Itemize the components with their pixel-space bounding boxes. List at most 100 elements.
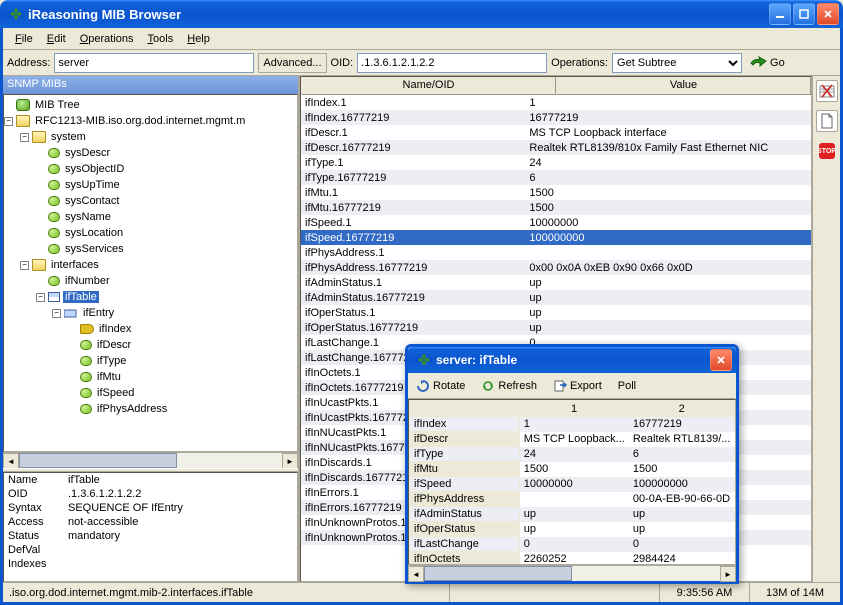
result-row[interactable]: ifOperStatus.16777219up (301, 320, 811, 335)
tree-ifTable[interactable]: − ifTable (4, 289, 297, 305)
oid-input[interactable] (357, 53, 547, 73)
export-button[interactable]: Export (551, 379, 604, 393)
tree-interfaces[interactable]: − interfaces (4, 257, 297, 273)
tree-label[interactable]: sysContact (63, 195, 121, 207)
popup-row[interactable]: ifAdminStatusupup (410, 507, 735, 522)
popup-close-button[interactable] (710, 349, 732, 371)
clear-table-icon[interactable] (816, 80, 838, 102)
result-row[interactable]: ifPhysAddress.167772190x00 0x0A 0xEB 0x9… (301, 260, 811, 275)
col-name-oid[interactable]: Name/OID (301, 77, 556, 95)
tree-root[interactable]: MIB Tree (4, 97, 297, 113)
titlebar[interactable]: ✤ iReasoning MIB Browser (0, 0, 843, 28)
tree-label[interactable]: ifTable (63, 291, 99, 303)
tree-toggle[interactable]: − (52, 309, 61, 318)
result-row[interactable]: ifType.167772196 (301, 170, 811, 185)
operations-select[interactable]: Get Subtree (612, 53, 742, 73)
tree-ifEntry[interactable]: − ifEntry (4, 305, 297, 321)
tree-label[interactable]: sysDescr (63, 147, 112, 159)
tree-hscrollbar[interactable]: ◄ ► (3, 452, 298, 468)
popup-row[interactable]: ifType246 (410, 447, 735, 462)
result-row[interactable]: ifIndex.11 (301, 95, 811, 110)
result-row[interactable]: ifType.124 (301, 155, 811, 170)
menu-edit[interactable]: Edit (41, 31, 72, 47)
advanced-button[interactable]: Advanced... (258, 53, 326, 73)
result-row[interactable]: ifIndex.1677721916777219 (301, 110, 811, 125)
result-row[interactable]: ifAdminStatus.16777219up (301, 290, 811, 305)
tree-ifNumber[interactable]: ifNumber (4, 273, 297, 289)
tree-label[interactable]: system (49, 131, 88, 143)
popup-hscrollbar[interactable]: ◄ ► (408, 565, 736, 581)
tree-ifType[interactable]: ifType (4, 353, 297, 369)
tree-label[interactable]: interfaces (49, 259, 101, 271)
tree-sysContact[interactable]: sysContact (4, 193, 297, 209)
scroll-left-button[interactable]: ◄ (3, 453, 19, 469)
popup-scroll-left[interactable]: ◄ (408, 566, 424, 582)
result-row[interactable]: ifAdminStatus.1up (301, 275, 811, 290)
popup-row[interactable]: ifOperStatusupup (410, 522, 735, 537)
tree-label[interactable]: sysLocation (63, 227, 125, 239)
tree-sysServices[interactable]: sysServices (4, 241, 297, 257)
menu-help[interactable]: Help (181, 31, 216, 47)
result-row[interactable]: ifDescr.1MS TCP Loopback interface (301, 125, 811, 140)
result-row[interactable]: ifOperStatus.1up (301, 305, 811, 320)
menu-operations[interactable]: Operations (74, 31, 140, 47)
result-row[interactable]: ifSpeed.16777219100000000 (301, 230, 811, 245)
result-row[interactable]: ifMtu.167772191500 (301, 200, 811, 215)
popup-col-header[interactable]: 1 (519, 401, 629, 417)
tree-sysDescr[interactable]: sysDescr (4, 145, 297, 161)
tree-sysObjectID[interactable]: sysObjectID (4, 161, 297, 177)
mib-tree[interactable]: MIB Tree − RFC1213-MIB.iso.org.dod.inter… (3, 94, 298, 452)
popup-table[interactable]: 12ifIndex116777219ifDescrMS TCP Loopback… (408, 399, 736, 565)
tree-label[interactable]: ifNumber (63, 275, 112, 287)
tree-label[interactable]: ifIndex (97, 323, 133, 335)
popup-col-header[interactable]: 2 (629, 401, 735, 417)
result-row[interactable]: ifMtu.11500 (301, 185, 811, 200)
popup-scroll-right[interactable]: ► (720, 566, 736, 582)
tree-label[interactable]: sysObjectID (63, 163, 126, 175)
result-row[interactable]: ifSpeed.110000000 (301, 215, 811, 230)
popup-row[interactable]: ifIndex116777219 (410, 417, 735, 432)
popup-row[interactable]: ifPhysAddress00-0A-EB-90-66-0D (410, 492, 735, 507)
popup-row[interactable]: ifInOctets22602522984424 (410, 552, 735, 566)
tree-label[interactable]: ifSpeed (95, 387, 136, 399)
tree-label[interactable]: ifType (95, 355, 128, 367)
poll-button[interactable]: Poll (616, 380, 638, 392)
scroll-right-button[interactable]: ► (282, 453, 298, 469)
tree-system[interactable]: − system (4, 129, 297, 145)
tree-label[interactable]: ifDescr (95, 339, 133, 351)
col-value[interactable]: Value (556, 77, 811, 95)
stop-icon[interactable]: STOP (816, 140, 838, 162)
tree-label[interactable]: ifEntry (81, 307, 116, 319)
tree-sysUpTime[interactable]: sysUpTime (4, 177, 297, 193)
tree-label[interactable]: ifMtu (95, 371, 123, 383)
tree-label[interactable]: MIB Tree (33, 99, 82, 111)
tree-label[interactable]: sysName (63, 211, 113, 223)
close-button[interactable] (817, 3, 839, 25)
result-row[interactable]: ifPhysAddress.1 (301, 245, 811, 260)
maximize-button[interactable] (793, 3, 815, 25)
tree-ifIndex[interactable]: ifIndex (4, 321, 297, 337)
tree-label[interactable]: RFC1213-MIB.iso.org.dod.internet.mgmt.m (33, 115, 247, 127)
tree-label[interactable]: ifPhysAddress (95, 403, 169, 415)
menu-file[interactable]: File (9, 31, 39, 47)
tree-label[interactable]: sysUpTime (63, 179, 122, 191)
rotate-button[interactable]: Rotate (414, 379, 467, 393)
refresh-button[interactable]: Refresh (479, 379, 539, 393)
tree-toggle[interactable]: − (20, 261, 29, 270)
tree-toggle[interactable]: − (36, 293, 45, 302)
result-row[interactable]: ifDescr.16777219Realtek RTL8139/810x Fam… (301, 140, 811, 155)
go-button[interactable]: Go (746, 56, 789, 70)
tree-sysName[interactable]: sysName (4, 209, 297, 225)
iftable-popup[interactable]: ✤ server: ifTable Rotate Refresh Export … (405, 344, 739, 584)
popup-row[interactable]: ifLastChange00 (410, 537, 735, 552)
tree-toggle[interactable]: − (20, 133, 29, 142)
tree-ifSpeed[interactable]: ifSpeed (4, 385, 297, 401)
tree-label[interactable]: sysServices (63, 243, 126, 255)
popup-row[interactable]: ifSpeed10000000100000000 (410, 477, 735, 492)
tree-ifPhysAddress[interactable]: ifPhysAddress (4, 401, 297, 417)
minimize-button[interactable] (769, 3, 791, 25)
tree-sysLocation[interactable]: sysLocation (4, 225, 297, 241)
menu-tools[interactable]: Tools (142, 31, 180, 47)
popup-row[interactable]: ifMtu15001500 (410, 462, 735, 477)
tree-ifDescr[interactable]: ifDescr (4, 337, 297, 353)
